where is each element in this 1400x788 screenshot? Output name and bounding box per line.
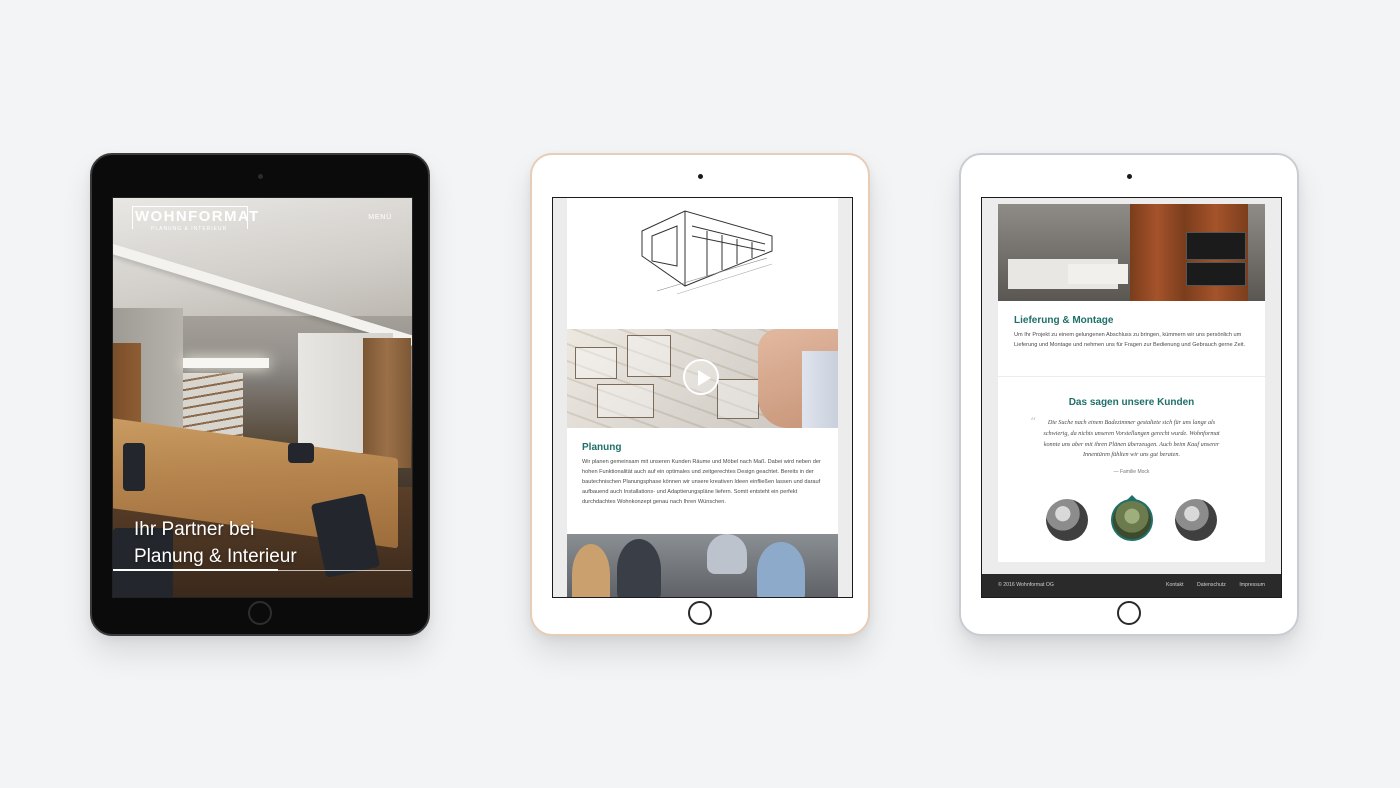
- kitchen-photo: [998, 204, 1265, 301]
- site-logo-tagline: PLANUNG & INTERIEUR: [151, 226, 228, 232]
- tablet-mockup-black: WOHNFORMAT PLANUNG & INTERIEUR MENÜ Ihr …: [90, 153, 430, 636]
- footer-copyright: © 2016 Wohnformat OG: [998, 582, 1054, 588]
- avatar[interactable]: [1046, 499, 1089, 541]
- planung-section: Planung Wir planen gemeinsam mit unseren…: [567, 428, 838, 534]
- tablet-mockup-silver: Lieferung & Montage Um Ihr Projekt zu ei…: [959, 153, 1299, 636]
- home-button: [688, 601, 712, 625]
- quote-icon: “: [1030, 415, 1037, 429]
- avatar-selected[interactable]: [1110, 495, 1153, 541]
- play-icon[interactable]: [683, 359, 719, 395]
- avatar[interactable]: [1174, 499, 1217, 541]
- tablet-screen-home: WOHNFORMAT PLANUNG & INTERIEUR MENÜ Ihr …: [112, 197, 413, 598]
- planung-title: Planung: [582, 442, 622, 453]
- lieferung-text: Um Ihr Projekt zu einem gelungenen Absch…: [1014, 332, 1246, 348]
- testimonial-avatars: [998, 495, 1265, 541]
- lieferung-title: Lieferung & Montage: [1014, 315, 1114, 326]
- sketch-image: [567, 198, 838, 329]
- hero-title: Ihr Partner bei Planung & Interieur: [134, 519, 297, 567]
- camera-dot: [257, 174, 263, 179]
- planning-video-thumbnail[interactable]: [567, 329, 838, 428]
- footer-link-impressum[interactable]: Impressum: [1239, 582, 1265, 588]
- testimonials-title: Das sagen unsere Kunden: [1068, 397, 1195, 408]
- site-logo[interactable]: WOHNFORMAT: [135, 208, 260, 225]
- team-photo: [567, 534, 838, 597]
- planung-text: Wir planen gemeinsam mit unseren Kunden …: [582, 459, 821, 505]
- pendant-lamp: [183, 358, 269, 368]
- tablet-screen-kunden: Lieferung & Montage Um Ihr Projekt zu ei…: [981, 197, 1282, 598]
- tablet-screen-planung: Planung Wir planen gemeinsam mit unseren…: [552, 197, 853, 598]
- menu-button[interactable]: MENÜ: [368, 214, 392, 221]
- camera-dot: [1126, 174, 1132, 179]
- hero-progress: [113, 569, 278, 571]
- tablet-mockup-gold: Planung Wir planen gemeinsam mit unseren…: [530, 153, 870, 636]
- camera-dot: [697, 174, 703, 179]
- site-footer: © 2016 Wohnformat OG Kontakt Datenschutz…: [982, 574, 1281, 597]
- testimonials-section: Das sagen unsere Kunden “ Die Suche nach…: [998, 377, 1265, 562]
- home-button: [1117, 601, 1141, 625]
- testimonial-quote: Die Suche nach einem Badezimmer gestalte…: [1043, 419, 1220, 459]
- footer-link-datenschutz[interactable]: Datenschutz: [1197, 582, 1226, 588]
- testimonial-author: — Familie Mock: [1113, 469, 1150, 476]
- home-button: [248, 601, 272, 625]
- footer-link-kontakt[interactable]: Kontakt: [1166, 582, 1184, 588]
- lieferung-section: Lieferung & Montage Um Ihr Projekt zu ei…: [998, 301, 1265, 376]
- kitchen-sketch-illustration: [641, 210, 773, 295]
